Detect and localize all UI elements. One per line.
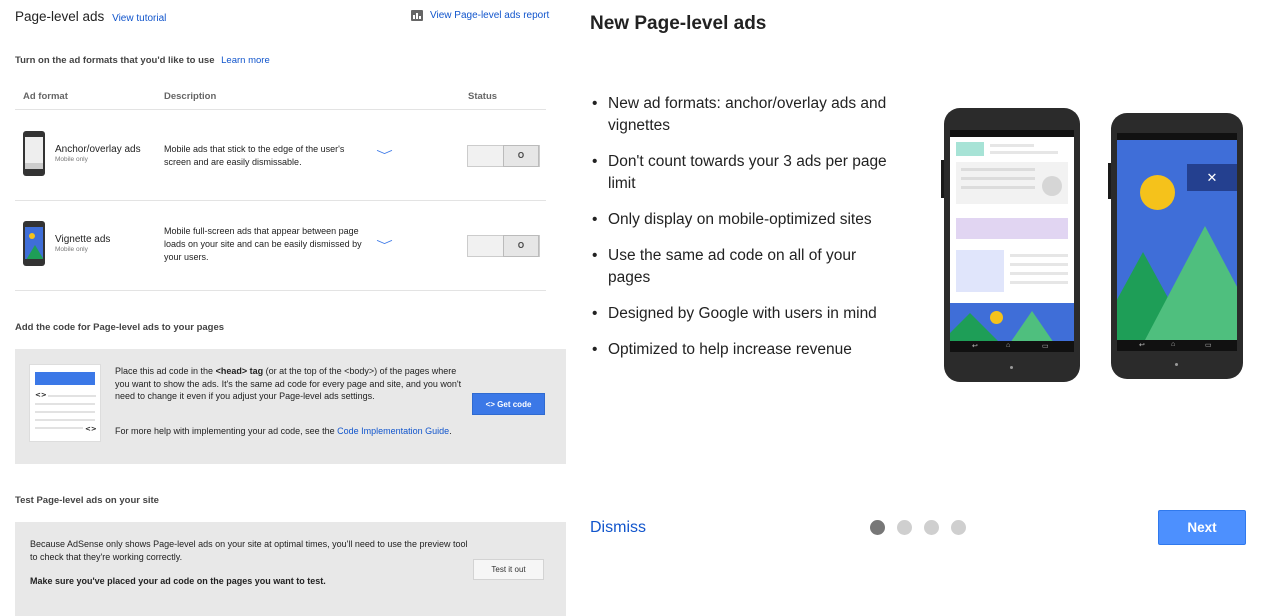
page-header: Page-level ads View tutorial — [15, 9, 166, 24]
table-row-vignette-ads: Vignette ads Mobile only Mobile full-scr… — [15, 201, 546, 291]
expand-chevron-icon[interactable]: ﹀ — [376, 237, 393, 253]
anchor-ads-status-toggle[interactable]: O — [467, 145, 540, 167]
list-item: Designed by Google with users in mind — [592, 303, 892, 325]
vignette-ad-thumbnail — [23, 221, 45, 266]
code-illustration: <> <> — [29, 364, 101, 442]
code-box: <> <> Place this ad code in the <head> t… — [15, 349, 566, 464]
toggle-knob: O — [503, 235, 539, 257]
dismiss-button[interactable]: Dismiss — [590, 519, 646, 537]
phone-vignette-illustration: ✕ ↩ ⌂ ▭ — [1108, 113, 1243, 379]
pagination-dots — [870, 520, 966, 535]
page-title: Page-level ads — [15, 9, 105, 24]
page-dot[interactable] — [951, 520, 966, 535]
toggle-knob: O — [503, 145, 539, 167]
code-instructions: Place this ad code in the <head> tag (or… — [115, 366, 462, 401]
anchor-ad-banner — [950, 303, 1074, 341]
close-icon: ✕ — [1187, 164, 1237, 191]
view-report-link[interactable]: View Page-level ads report — [411, 10, 549, 21]
table-header: Ad format Description Status — [15, 90, 546, 110]
page-dot[interactable] — [870, 520, 885, 535]
intro-dialog: New Page-level ads New ad formats: ancho… — [570, 0, 1266, 616]
turn-on-label: Turn on the ad formats that you'd like t… — [15, 55, 215, 66]
phone-screen: ↩ ⌂ ▭ — [950, 130, 1074, 352]
list-item: New ad formats: anchor/overlay ads and v… — [592, 93, 892, 137]
col-description: Description — [164, 91, 217, 102]
vignette-ads-status-toggle[interactable]: O — [467, 235, 540, 257]
phone-anchor-illustration: ↩ ⌂ ▭ — [941, 108, 1080, 382]
test-section-title: Test Page-level ads on your site — [15, 495, 159, 506]
code-implementation-guide-link[interactable]: Code Implementation Guide — [337, 426, 449, 436]
next-button[interactable]: Next — [1158, 510, 1246, 545]
test-box: Because AdSense only shows Page-level ad… — [15, 522, 566, 616]
feature-list: New ad formats: anchor/overlay ads and v… — [592, 93, 892, 375]
table-row-anchor-ads: Anchor/overlay ads Mobile only Mobile ad… — [15, 111, 546, 201]
turn-on-section-title: Turn on the ad formats that you'd like t… — [15, 55, 270, 66]
dialog-title: New Page-level ads — [590, 13, 767, 34]
view-report-label[interactable]: View Page-level ads report — [430, 10, 549, 21]
list-item: Optimized to help increase revenue — [592, 339, 892, 361]
bar-chart-icon — [411, 10, 423, 21]
list-item: Use the same ad code on all of your page… — [592, 245, 892, 289]
add-code-section-title: Add the code for Page-level ads to your … — [15, 322, 225, 333]
get-code-button[interactable]: <> Get code — [472, 393, 545, 415]
list-item: Only display on mobile-optimized sites — [592, 209, 892, 231]
ad-format-description: Mobile ads that stick to the edge of the… — [164, 144, 345, 167]
ad-format-description: Mobile full-screen ads that appear betwe… — [164, 226, 362, 262]
code-icon: <> — [485, 400, 495, 409]
code-symbol: <> — [35, 391, 47, 399]
test-warning: Make sure you've placed your ad code on … — [30, 576, 326, 586]
col-ad-format: Ad format — [23, 91, 68, 102]
page-dot[interactable] — [924, 520, 939, 535]
test-it-out-button[interactable]: Test it out — [473, 559, 544, 580]
test-instructions: Because AdSense only shows Page-level ad… — [30, 539, 468, 562]
code-symbol: <> — [85, 425, 97, 433]
adsense-settings-panel: Page-level ads View tutorial View Page-l… — [0, 0, 570, 616]
ad-format-name: Vignette ads — [55, 234, 111, 245]
expand-chevron-icon[interactable]: ﹀ — [376, 147, 393, 163]
list-item: Don't count towards your 3 ads per page … — [592, 151, 892, 195]
ad-format-sub: Mobile only — [55, 246, 88, 253]
anchor-ad-thumbnail — [23, 131, 45, 176]
learn-more-link[interactable]: Learn more — [221, 55, 270, 66]
ad-format-name: Anchor/overlay ads — [55, 144, 141, 155]
code-help-text: For more help with implementing your ad … — [115, 426, 452, 436]
col-status: Status — [468, 91, 498, 102]
ad-format-sub: Mobile only — [55, 156, 88, 163]
phone-screen: ✕ ↩ ⌂ ▭ — [1117, 133, 1237, 351]
page-dot[interactable] — [897, 520, 912, 535]
view-tutorial-link[interactable]: View tutorial — [112, 13, 166, 24]
